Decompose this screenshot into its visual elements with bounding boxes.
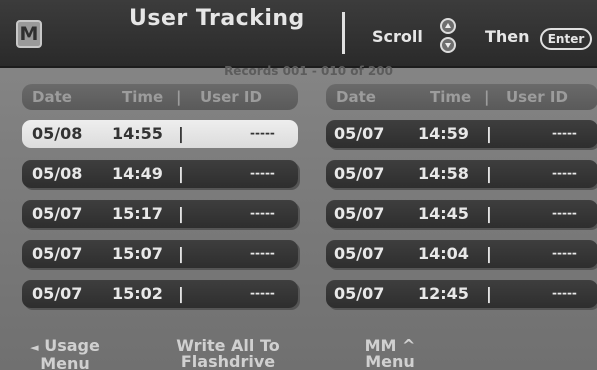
row-user-id: ----- xyxy=(250,286,275,300)
usage-menu-label: Menu xyxy=(40,354,90,370)
table-row[interactable]: 05/08 14:55 | ----- xyxy=(22,120,298,148)
column-userid-label: User ID xyxy=(200,88,262,106)
column-separator: | xyxy=(484,88,490,106)
row-separator: | xyxy=(178,204,184,223)
row-user-id: ----- xyxy=(250,206,275,220)
left-column-header: Date Time | User ID xyxy=(22,84,298,110)
row-user-id: ----- xyxy=(552,206,577,220)
column-date-label: Date xyxy=(336,88,376,106)
row-user-id: ----- xyxy=(552,246,577,260)
row-date: 05/07 xyxy=(334,244,385,263)
row-user-id: ----- xyxy=(250,126,275,140)
mm-menu-button[interactable]: MM ^ Menu xyxy=(360,338,420,370)
row-date: 05/07 xyxy=(334,284,385,303)
scroll-up-icon[interactable] xyxy=(440,18,456,34)
row-time: 15:02 xyxy=(112,284,163,303)
row-date: 05/07 xyxy=(334,204,385,223)
row-date: 05/08 xyxy=(32,124,83,143)
row-time: 14:58 xyxy=(418,164,469,183)
table-row[interactable]: 05/08 14:49 | ----- xyxy=(22,160,298,188)
row-separator: | xyxy=(178,164,184,183)
row-separator: | xyxy=(486,164,492,183)
row-time: 14:45 xyxy=(418,204,469,223)
table-row[interactable]: 05/07 14:45 | ----- xyxy=(326,200,597,228)
row-date: 05/08 xyxy=(32,164,83,183)
table-row[interactable]: 05/07 15:17 | ----- xyxy=(22,200,298,228)
scroll-label: Scroll xyxy=(372,27,423,46)
row-time: 14:55 xyxy=(112,124,163,143)
row-separator: | xyxy=(486,244,492,263)
column-separator: | xyxy=(176,88,182,106)
page-title: User Tracking xyxy=(129,6,305,31)
row-user-id: ----- xyxy=(552,126,577,140)
column-time-label: Time xyxy=(430,88,472,106)
menu-logo-icon[interactable]: M xyxy=(16,20,42,48)
row-separator: | xyxy=(178,284,184,303)
row-time: 15:17 xyxy=(112,204,163,223)
table-row[interactable]: 05/07 14:04 | ----- xyxy=(326,240,597,268)
row-separator: | xyxy=(486,124,492,143)
row-separator: | xyxy=(486,284,492,303)
row-date: 05/07 xyxy=(32,204,83,223)
column-date-label: Date xyxy=(32,88,72,106)
row-time: 12:45 xyxy=(418,284,469,303)
scroll-down-icon[interactable] xyxy=(440,37,456,53)
records-counter: Records 001 - 010 of 200 xyxy=(224,64,393,78)
row-date: 05/07 xyxy=(32,244,83,263)
row-time: 14:49 xyxy=(112,164,163,183)
row-user-id: ----- xyxy=(250,246,275,260)
header-divider xyxy=(342,12,345,54)
row-user-id: ----- xyxy=(552,286,577,300)
then-label: Then xyxy=(485,27,530,46)
table-row[interactable]: 05/07 14:58 | ----- xyxy=(326,160,597,188)
column-time-label: Time xyxy=(122,88,164,106)
row-user-id: ----- xyxy=(552,166,577,180)
column-userid-label: User ID xyxy=(506,88,568,106)
row-date: 05/07 xyxy=(334,164,385,183)
row-separator: | xyxy=(178,244,184,263)
right-column-header: Date Time | User ID xyxy=(326,84,597,110)
table-row[interactable]: 05/07 15:02 | ----- xyxy=(22,280,298,308)
enter-button[interactable]: Enter xyxy=(540,28,592,50)
row-separator: | xyxy=(178,124,184,143)
table-row[interactable]: 05/07 14:59 | ----- xyxy=(326,120,597,148)
usage-menu-button[interactable]: ◄ Usage Menu xyxy=(22,338,108,370)
row-time: 15:07 xyxy=(112,244,163,263)
row-separator: | xyxy=(486,204,492,223)
write-flashdrive-button[interactable]: Write All To Flashdrive xyxy=(160,338,296,370)
row-date: 05/07 xyxy=(32,284,83,303)
table-row[interactable]: 05/07 15:07 | ----- xyxy=(22,240,298,268)
left-arrow-icon: ◄ xyxy=(30,341,39,354)
table-row[interactable]: 05/07 12:45 | ----- xyxy=(326,280,597,308)
mm-menu-label: Menu xyxy=(365,352,415,370)
header-bar: M User Tracking Scroll Then Enter xyxy=(0,0,597,68)
usage-label: Usage xyxy=(44,336,100,355)
row-user-id: ----- xyxy=(250,166,275,180)
row-time: 14:04 xyxy=(418,244,469,263)
row-time: 14:59 xyxy=(418,124,469,143)
screen: M User Tracking Scroll Then Enter Record… xyxy=(0,0,597,370)
row-date: 05/07 xyxy=(334,124,385,143)
flashdrive-label: Flashdrive xyxy=(180,352,276,370)
